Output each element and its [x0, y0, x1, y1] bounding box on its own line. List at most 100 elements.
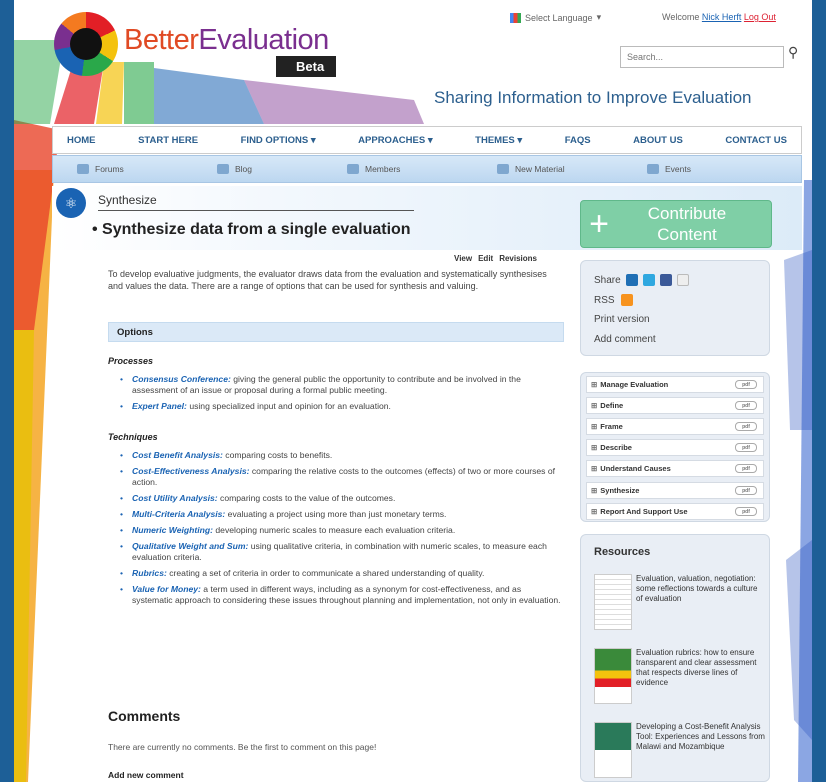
user-name-link[interactable]: Nick Herft	[702, 12, 742, 22]
nav-start-here[interactable]: START HERE	[138, 135, 198, 146]
resource-item[interactable]: Evaluation, valuation, negotiation: some…	[594, 574, 766, 630]
option-link[interactable]: Rubrics:	[132, 568, 167, 578]
page: Select Language ▾ Welcome Nick Herft Log…	[14, 0, 812, 782]
events-icon	[647, 164, 659, 174]
contribute-content-button[interactable]: + Contribute Content	[580, 200, 772, 248]
option-desc: creating a set of criteria in order to c…	[166, 568, 485, 578]
option-link[interactable]: Expert Panel:	[132, 401, 187, 411]
add-comment-heading: Add new comment	[108, 770, 184, 780]
options-heading: Options	[108, 322, 564, 342]
resource-title[interactable]: Evaluation, valuation, negotiation: some…	[636, 574, 766, 630]
share-row: Share	[594, 274, 689, 286]
pdf-badge[interactable]: pdf	[735, 380, 757, 389]
site-logo[interactable]: BetterEvaluation	[124, 24, 329, 57]
subnav-blog-label: Blog	[235, 164, 253, 174]
cluster-define[interactable]: ⊞ Define pdf	[586, 397, 764, 414]
list-item: Rubrics: creating a set of criteria in o…	[120, 568, 564, 579]
cluster-report-and-support-use[interactable]: ⊞ Report And Support Use pdf	[586, 503, 764, 520]
sub-nav: Forums Blog Members New Material Events	[52, 155, 802, 183]
twitter-icon[interactable]	[642, 274, 655, 286]
tab-edit[interactable]: Edit	[478, 254, 493, 263]
page-tabs: View Edit Revisions	[454, 254, 537, 263]
pdf-badge[interactable]: pdf	[735, 507, 757, 516]
subnav-members-label: Members	[365, 164, 401, 174]
comments-empty-text: There are currently no comments. Be the …	[108, 742, 377, 752]
option-link[interactable]: Multi-Criteria Analysis:	[132, 509, 225, 519]
logo-evaluation: Evaluation	[198, 24, 329, 56]
logout-link[interactable]: Log Out	[744, 12, 776, 22]
list-item: Value for Money: a term used in differen…	[120, 584, 564, 606]
subnav-new-material-label: New Material	[515, 164, 565, 174]
cluster-understand-causes[interactable]: ⊞ Understand Causes pdf	[586, 460, 764, 477]
intro-text: To develop evaluative judgments, the eva…	[108, 269, 547, 291]
option-link[interactable]: Qualitative Weight and Sum:	[132, 541, 248, 551]
resource-item[interactable]: Evaluation rubrics: how to ensure transp…	[594, 648, 766, 704]
add-comment-link[interactable]: Add comment	[594, 334, 656, 345]
pdf-badge[interactable]: pdf	[735, 486, 757, 495]
beta-badge: Beta	[276, 56, 337, 77]
subnav-members[interactable]: Members	[347, 164, 497, 174]
option-link[interactable]: Cost Utility Analysis:	[132, 493, 218, 503]
nav-approaches[interactable]: APPROACHES ▾	[358, 135, 432, 146]
breadcrumb[interactable]: Synthesize	[98, 193, 157, 207]
list-item: Qualitative Weight and Sum: using qualit…	[120, 541, 564, 563]
language-selector[interactable]: Select Language ▾	[510, 12, 601, 23]
nav-themes[interactable]: THEMES ▾	[475, 135, 522, 146]
subnav-new-material[interactable]: New Material	[497, 164, 647, 174]
cluster-manage-evaluation[interactable]: ⊞ Manage Evaluation pdf	[586, 376, 764, 393]
nav-about-us[interactable]: ABOUT US	[633, 135, 683, 146]
techniques-list: Cost Benefit Analysis: comparing costs t…	[120, 450, 564, 611]
nav-contact-us[interactable]: CONTACT US	[725, 135, 787, 146]
contribute-label: Contribute Content	[647, 204, 727, 244]
option-link[interactable]: Consensus Conference:	[132, 374, 231, 384]
option-link[interactable]: Cost Benefit Analysis:	[132, 450, 223, 460]
pdf-badge[interactable]: pdf	[735, 422, 757, 431]
cluster-synthesize[interactable]: ⊞ Synthesize pdf	[586, 482, 764, 499]
page-title: • Synthesize data from a single evaluati…	[92, 221, 411, 238]
tab-revisions[interactable]: Revisions	[499, 254, 537, 263]
logo-icon[interactable]	[54, 12, 118, 76]
cluster-label: Describe	[600, 443, 632, 452]
pdf-badge[interactable]: pdf	[735, 401, 757, 410]
option-desc: evaluating a project using more than jus…	[225, 509, 447, 519]
email-icon[interactable]	[676, 274, 689, 286]
cluster-frame[interactable]: ⊞ Frame pdf	[586, 418, 764, 435]
new-material-icon	[497, 164, 509, 174]
synthesize-icon: ⚛	[56, 188, 86, 218]
option-desc: comparing costs to the value of the outc…	[217, 493, 396, 503]
option-link[interactable]: Value for Money:	[132, 584, 201, 594]
linkedin-icon[interactable]	[625, 274, 638, 286]
resource-title[interactable]: Developing a Cost-Benefit Analysis Tool:…	[636, 722, 766, 778]
expand-icon: ⊞	[591, 422, 598, 431]
nav-home[interactable]: HOME	[67, 135, 96, 146]
pdf-badge[interactable]: pdf	[735, 464, 757, 473]
breadcrumb-divider	[98, 210, 414, 211]
tab-view[interactable]: View	[454, 254, 472, 263]
forums-icon	[77, 164, 89, 174]
cluster-label: Synthesize	[600, 486, 640, 495]
plus-icon: +	[589, 205, 609, 243]
option-link[interactable]: Numeric Weighting:	[132, 525, 213, 535]
search-icon[interactable]: ⚲	[788, 44, 804, 64]
search-input[interactable]	[620, 46, 784, 68]
cluster-label: Understand Causes	[600, 464, 671, 473]
facebook-icon[interactable]	[659, 274, 672, 286]
chevron-down-icon: ▾	[596, 12, 602, 22]
rss-row[interactable]: RSS	[594, 294, 633, 306]
pdf-badge[interactable]: pdf	[735, 443, 757, 452]
subnav-forums[interactable]: Forums	[77, 164, 217, 174]
nav-faqs[interactable]: FAQS	[565, 135, 591, 146]
print-version-link[interactable]: Print version	[594, 314, 650, 325]
resources-heading: Resources	[594, 546, 651, 558]
logo-better: Better	[124, 24, 199, 56]
subnav-events[interactable]: Events	[647, 164, 691, 174]
resource-title[interactable]: Evaluation rubrics: how to ensure transp…	[636, 648, 766, 704]
resource-item[interactable]: Developing a Cost-Benefit Analysis Tool:…	[594, 722, 766, 778]
cluster-label: Frame	[600, 422, 623, 431]
techniques-heading: Techniques	[108, 432, 158, 442]
list-item: Cost-Effectiveness Analysis: comparing t…	[120, 466, 564, 488]
option-link[interactable]: Cost-Effectiveness Analysis:	[132, 466, 250, 476]
subnav-blog[interactable]: Blog	[217, 164, 347, 174]
nav-find-options[interactable]: FIND OPTIONS ▾	[241, 135, 316, 146]
cluster-describe[interactable]: ⊞ Describe pdf	[586, 439, 764, 456]
